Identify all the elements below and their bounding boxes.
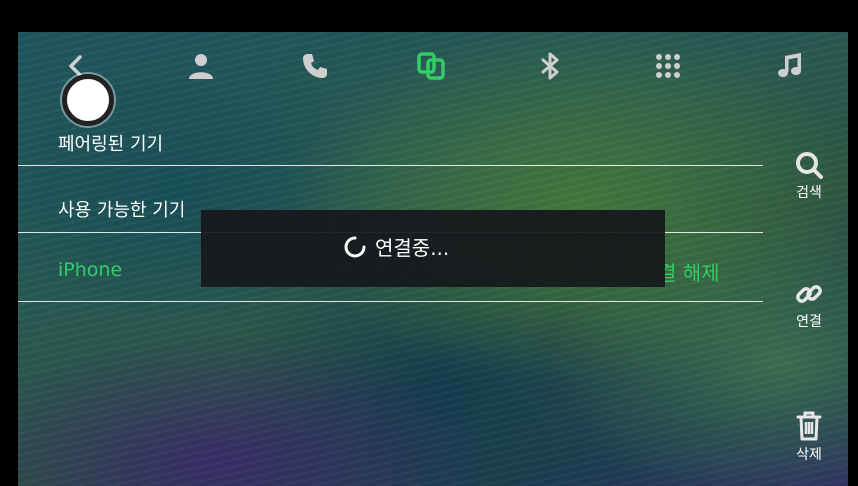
phone-link-button[interactable] <box>411 46 451 86</box>
search-icon <box>796 152 823 179</box>
contacts-icon <box>189 54 213 79</box>
touch-indicator <box>62 74 114 126</box>
device-name: iPhone <box>58 259 123 281</box>
apps-grid-icon <box>656 54 680 78</box>
apps-button[interactable] <box>648 46 688 86</box>
connect-label: 연결 <box>796 314 822 330</box>
screen: 페어링된 기기 사용 가능한 기기 iPhone 결 해제 검색 연결 삭제 연… <box>0 0 858 486</box>
music-button[interactable] <box>770 46 810 86</box>
phone-icon <box>303 54 327 78</box>
bluetooth-screen: 페어링된 기기 사용 가능한 기기 iPhone 결 해제 검색 연결 삭제 연… <box>18 32 848 486</box>
bluetooth-button[interactable] <box>530 46 570 86</box>
disconnect-button[interactable]: 결 해제 <box>658 257 720 286</box>
delete-button[interactable]: 삭제 <box>780 410 838 464</box>
phone-link-icon <box>417 52 445 80</box>
connect-button[interactable]: 연결 <box>780 279 838 331</box>
paired-devices-header: 페어링된 기기 <box>58 134 164 155</box>
status-bar <box>0 0 858 32</box>
music-icon <box>778 53 801 77</box>
link-icon <box>796 285 822 303</box>
contacts-button[interactable] <box>181 46 221 86</box>
divider <box>18 165 763 166</box>
toast-text: 연결중... <box>375 236 450 260</box>
spinner-icon <box>344 236 366 257</box>
phone-button[interactable] <box>295 46 335 86</box>
delete-label: 삭제 <box>796 447 822 463</box>
connecting-toast: 연결중... <box>201 210 665 287</box>
bluetooth-icon <box>541 52 559 80</box>
search-button[interactable]: 검색 <box>780 150 838 202</box>
trash-icon <box>796 411 822 441</box>
divider <box>18 301 763 302</box>
toast-content: 연결중... <box>343 232 449 261</box>
available-devices-header: 사용 가능한 기기 <box>58 200 186 221</box>
search-label: 검색 <box>796 185 822 201</box>
